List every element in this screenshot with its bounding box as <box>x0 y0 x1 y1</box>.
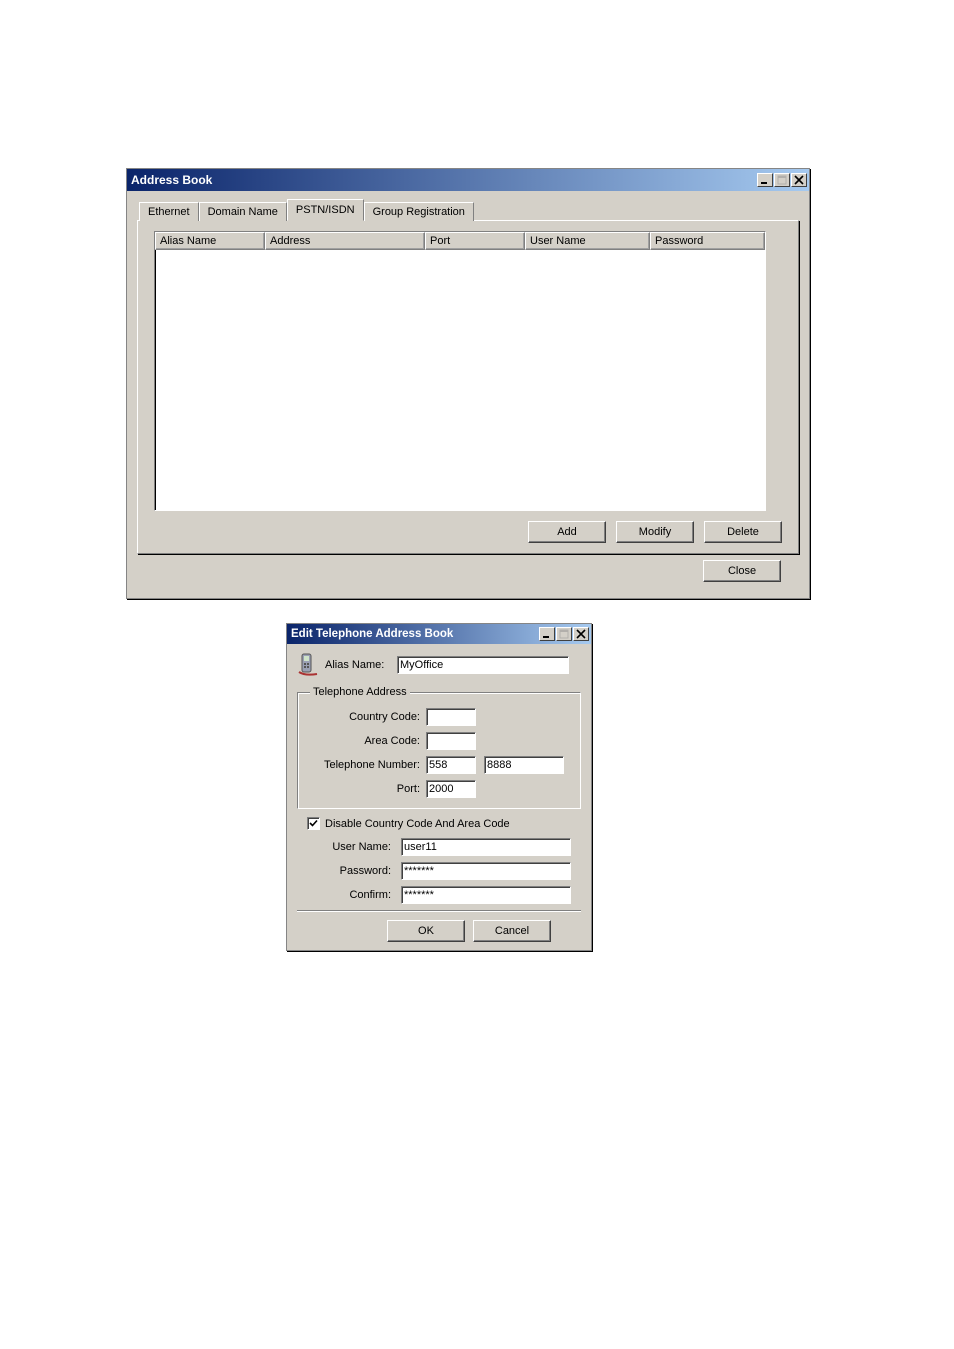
close-icon <box>794 175 804 185</box>
titlebar[interactable]: Edit Telephone Address Book <box>287 624 591 644</box>
tab-panel: Alias Name Address Port User Name Passwo… <box>137 220 799 554</box>
maximize-button <box>556 627 572 641</box>
username-label: User Name: <box>297 841 401 853</box>
telephone-number-label: Telephone Number: <box>306 759 426 771</box>
tab-pstn-isdn[interactable]: PSTN/ISDN <box>287 199 364 221</box>
minimize-button[interactable] <box>757 173 773 187</box>
area-code-label: Area Code: <box>306 735 426 747</box>
ok-button[interactable]: OK <box>387 920 465 942</box>
tab-domain-name[interactable]: Domain Name <box>199 202 287 221</box>
minimize-icon <box>542 629 552 639</box>
alias-input[interactable] <box>397 656 569 674</box>
password-label: Password: <box>297 865 401 877</box>
col-password[interactable]: Password <box>650 232 765 250</box>
edit-telephone-window: Edit Telephone Address Book <box>286 623 592 951</box>
country-code-input[interactable] <box>426 708 476 726</box>
tab-strip: Ethernet Domain Name PSTN/ISDN Group Reg… <box>139 201 799 221</box>
window-title: Edit Telephone Address Book <box>291 628 453 640</box>
tab-ethernet[interactable]: Ethernet <box>139 202 199 221</box>
country-code-label: Country Code: <box>306 711 426 723</box>
minimize-icon <box>760 175 770 185</box>
disable-cc-label: Disable Country Code And Area Code <box>325 818 510 830</box>
close-button[interactable] <box>791 173 807 187</box>
telephone-prefix-input[interactable] <box>426 756 476 774</box>
maximize-icon <box>777 175 787 185</box>
username-input[interactable] <box>401 838 571 856</box>
close-button-main[interactable]: Close <box>703 560 781 582</box>
password-input[interactable] <box>401 862 571 880</box>
minimize-button[interactable] <box>539 627 555 641</box>
port-label: Port: <box>306 783 426 795</box>
cancel-button[interactable]: Cancel <box>473 920 551 942</box>
port-input[interactable] <box>426 780 476 798</box>
col-alias[interactable]: Alias Name <box>155 232 265 250</box>
address-list[interactable]: Alias Name Address Port User Name Passwo… <box>154 231 766 511</box>
add-button[interactable]: Add <box>528 521 606 543</box>
delete-button[interactable]: Delete <box>704 521 782 543</box>
address-book-window: Address Book Ethernet Domain Name PSTN/I… <box>126 168 810 599</box>
area-code-input[interactable] <box>426 732 476 750</box>
group-legend: Telephone Address <box>310 686 410 698</box>
confirm-input[interactable] <box>401 886 571 904</box>
col-port[interactable]: Port <box>425 232 525 250</box>
maximize-icon <box>559 629 569 639</box>
alias-label: Alias Name: <box>325 659 397 671</box>
maximize-button <box>774 173 790 187</box>
confirm-label: Confirm: <box>297 889 401 901</box>
col-address[interactable]: Address <box>265 232 425 250</box>
close-button[interactable] <box>573 627 589 641</box>
titlebar[interactable]: Address Book <box>127 169 809 191</box>
window-title: Address Book <box>131 173 212 187</box>
telephone-number-input[interactable] <box>484 756 564 774</box>
list-header: Alias Name Address Port User Name Passwo… <box>155 232 765 250</box>
disable-cc-checkbox[interactable] <box>307 817 320 830</box>
modify-button[interactable]: Modify <box>616 521 694 543</box>
separator <box>297 910 581 912</box>
telephone-address-group: Telephone Address Country Code: Area Cod… <box>297 686 581 809</box>
close-icon <box>576 629 586 639</box>
col-username[interactable]: User Name <box>525 232 650 250</box>
tab-group-registration[interactable]: Group Registration <box>364 202 474 221</box>
check-icon <box>309 819 318 828</box>
phone-icon <box>297 652 319 678</box>
